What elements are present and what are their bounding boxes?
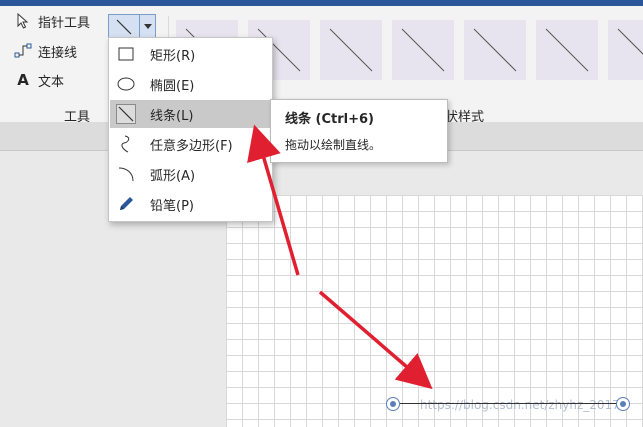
menu-item-ellipse[interactable]: 椭圆(E) [110, 70, 271, 98]
menu-item-label: 铅笔(P) [150, 199, 194, 214]
shape-style-swatch[interactable] [608, 20, 643, 80]
connector-tool-button[interactable]: 连接线 [14, 40, 77, 62]
pointer-tool-label: 指针工具 [38, 15, 91, 31]
menu-item-label: 任意多边形(F) [150, 139, 233, 154]
text-tool-button[interactable]: A 文本 [14, 69, 64, 91]
tooltip-title: 线条 (Ctrl+6) [285, 112, 374, 127]
menu-item-label: 线条(L) [150, 109, 194, 124]
drawn-line[interactable] [392, 403, 622, 404]
menu-item-arc[interactable]: 弧形(A) [110, 160, 271, 188]
shape-style-swatch[interactable] [392, 20, 454, 80]
text-tool-label: 文本 [38, 74, 65, 90]
shape-style-swatch[interactable] [464, 20, 526, 80]
menu-item-rectangle[interactable]: 矩形(R) [110, 40, 271, 68]
text-a-icon: A [17, 71, 29, 89]
menu-item-label: 矩形(R) [150, 49, 196, 64]
connector-icon [14, 42, 32, 60]
chevron-down-icon [143, 24, 152, 29]
connector-tool-label: 连接线 [38, 45, 78, 61]
line-icon [116, 19, 132, 35]
drawing-page-grid[interactable] [226, 195, 643, 427]
pointer-arrow-icon [14, 12, 32, 30]
arc-icon [116, 164, 136, 184]
freeform-icon [116, 134, 136, 154]
pencil-icon [116, 194, 136, 214]
rectangle-icon [116, 44, 136, 64]
menu-item-label: 弧形(A) [150, 169, 196, 184]
shape-tool-dropdown-button[interactable] [140, 15, 155, 39]
menu-item-pencil[interactable]: 铅笔(P) [110, 190, 271, 218]
pointer-tool-button[interactable]: 指针工具 [14, 10, 90, 32]
menu-item-line[interactable]: 线条(L) [110, 100, 271, 128]
shape-dropdown-menu: 矩形(R) 椭圆(E) 线条(L) 任意多边形(F) 弧形(A) 铅笔(P) [108, 37, 273, 222]
line-start-handle[interactable] [386, 397, 400, 411]
menu-item-label: 椭圆(E) [150, 79, 195, 94]
tooltip-description: 拖动以绘制直线。 [285, 138, 382, 152]
line-tool-tooltip: 线条 (Ctrl+6) 拖动以绘制直线。 [270, 99, 448, 163]
ellipse-icon [116, 74, 136, 94]
shape-style-swatch[interactable] [320, 20, 382, 80]
line-end-handle[interactable] [616, 397, 630, 411]
menu-item-freeform[interactable]: 任意多边形(F) [110, 130, 271, 158]
shape-style-swatch[interactable] [536, 20, 598, 80]
shape-tool-line-button[interactable] [109, 15, 140, 39]
line-icon [116, 104, 136, 124]
watermark-text: https://blog.csdn.net/zhyhz_2017 [420, 398, 620, 412]
